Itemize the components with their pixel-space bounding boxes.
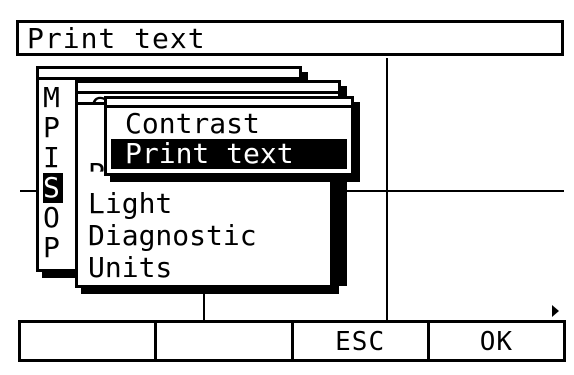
menu-item-units[interactable]: Units [88, 253, 172, 283]
grid-line-vertical-right [386, 58, 388, 320]
ok-button[interactable]: OK [430, 323, 563, 359]
menu-window-back-items: M P I S O P [43, 83, 63, 263]
popup-item-print-text[interactable]: Print text [111, 139, 347, 169]
device-screen: Print text M P I S O P C A P Printer Lig… [0, 0, 574, 375]
menu-item[interactable]: M [43, 83, 63, 113]
scroll-right-arrow-icon [552, 305, 559, 317]
menu-window-middle-caption [78, 83, 338, 94]
print-options-popup: Contrast Print text [104, 96, 354, 176]
menu-item-light[interactable]: Light [88, 189, 172, 219]
menu-item[interactable]: P [43, 233, 63, 263]
softkey-bar: ESC OK [18, 320, 566, 362]
esc-button[interactable]: ESC [294, 323, 430, 359]
menu-item-selected[interactable]: S [43, 173, 63, 203]
softkey-2[interactable] [157, 323, 294, 359]
title-text: Print text [27, 22, 206, 55]
softkey-1[interactable] [21, 323, 158, 359]
menu-window-back-caption [39, 69, 299, 80]
menu-item-diagnostic[interactable]: Diagnostic [88, 221, 257, 251]
menu-item[interactable]: O [43, 203, 63, 233]
menu-item[interactable]: I [43, 143, 63, 173]
title-bar: Print text [16, 20, 564, 56]
grid-line-horizontal-right [334, 190, 564, 192]
menu-item[interactable]: P [43, 113, 63, 143]
popup-item-contrast[interactable]: Contrast [111, 109, 347, 139]
